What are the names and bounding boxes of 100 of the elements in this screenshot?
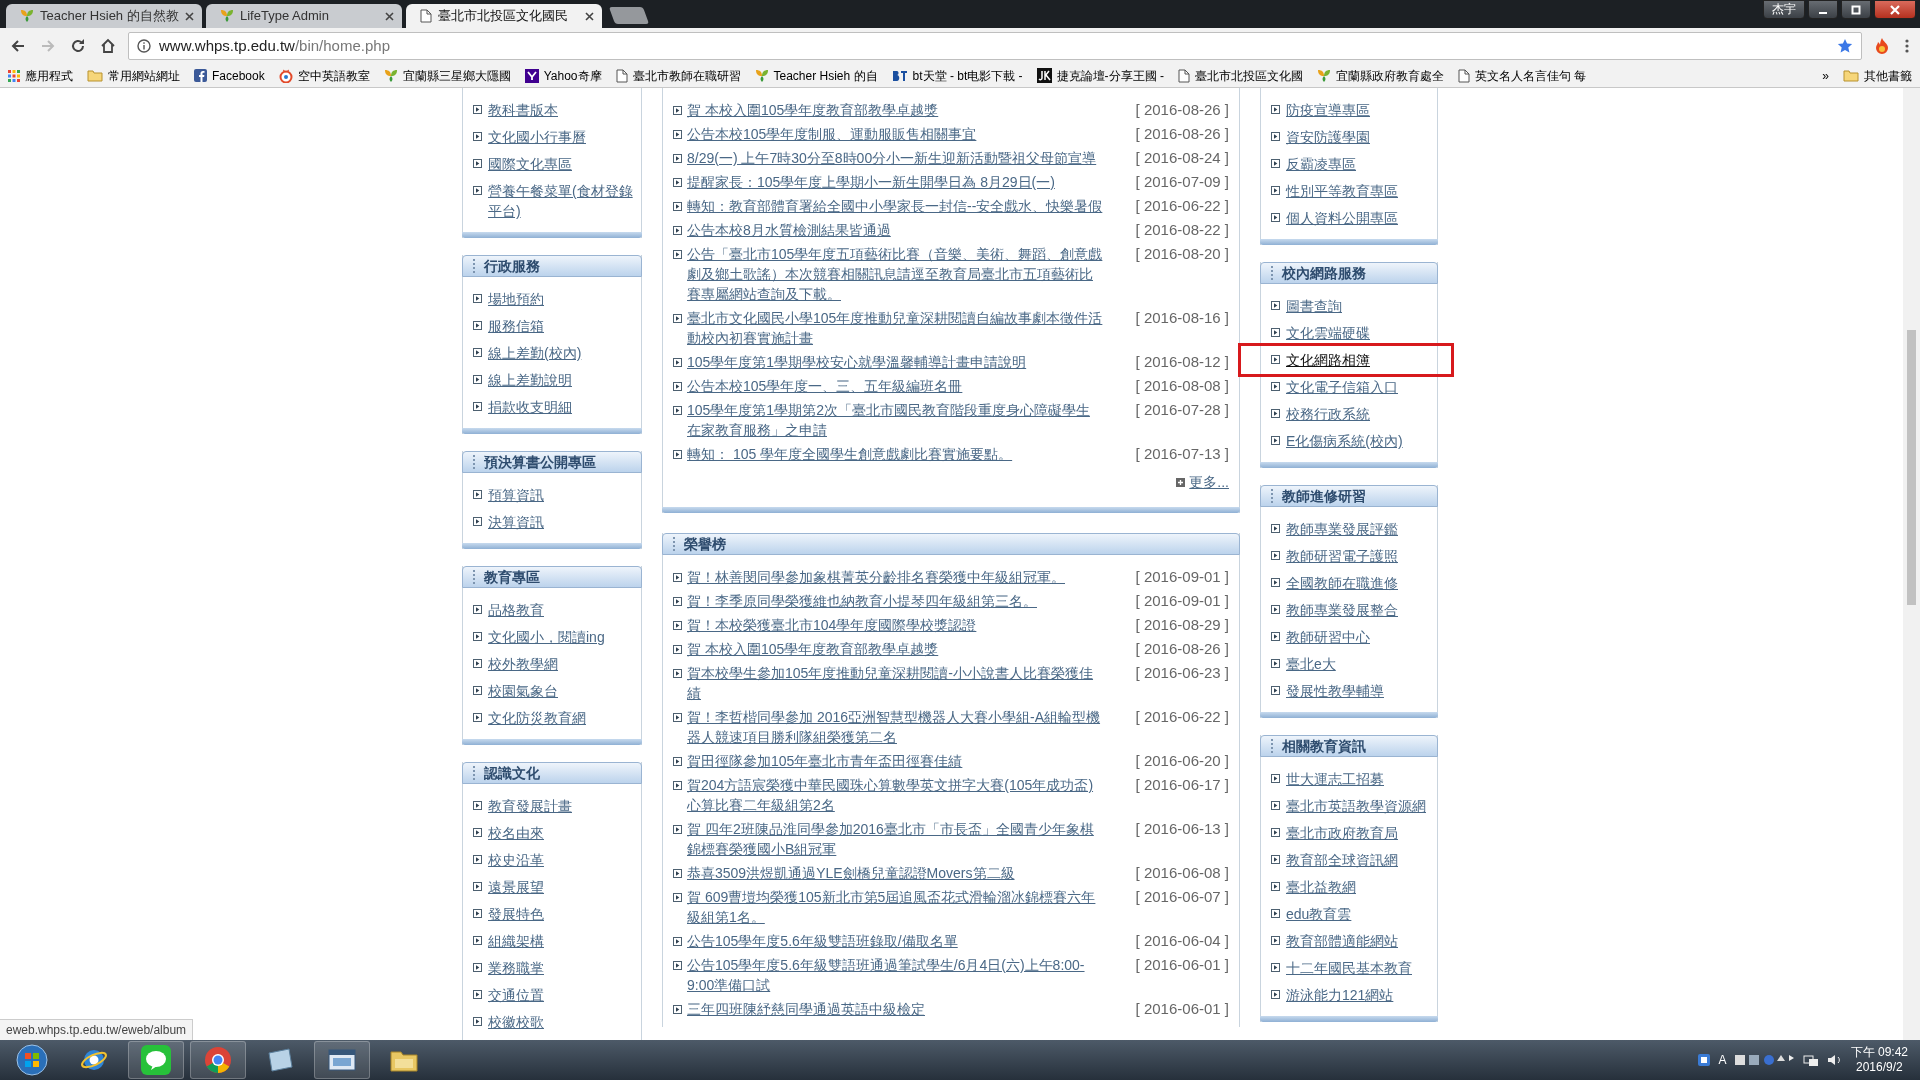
profile-button[interactable]: 杰宇	[1763, 0, 1805, 19]
news-link[interactable]: 公告105學年度5.6年級雙語班錄取/備取名單	[687, 931, 1103, 951]
maximize-button[interactable]	[1841, 0, 1871, 19]
news-link[interactable]: 賀 本校入圍105學年度教育部教學卓越獎	[687, 639, 1103, 659]
bookmark[interactable]: 臺北市北投區文化國	[1177, 66, 1303, 85]
news-link[interactable]: 賀田徑隊參加105年臺北市青年盃田徑賽佳績	[687, 751, 1103, 771]
link[interactable]: 國際文化專區	[488, 154, 572, 174]
volume-icon[interactable]	[1826, 1053, 1843, 1067]
link[interactable]: 教育部體適能網站	[1286, 931, 1398, 951]
link[interactable]: 組織架構	[488, 931, 544, 951]
link[interactable]: 校務行政系統	[1286, 404, 1370, 424]
link[interactable]: 校史沿革	[488, 850, 544, 870]
news-link[interactable]: 三年四班陳紓慈同學通過英語中級檢定	[687, 999, 1103, 1019]
link[interactable]: 圖書查詢	[1286, 296, 1342, 316]
other-bookmarks-folder[interactable]: 其他書籤	[1843, 66, 1912, 85]
close-icon[interactable]	[585, 11, 594, 21]
new-tab-button[interactable]	[608, 7, 650, 24]
browser-tab[interactable]: Teacher Hsieh 的自然教	[6, 4, 202, 28]
link[interactable]: edu教育雲	[1286, 904, 1352, 924]
news-link[interactable]: 賀！李季原同學榮獲維也納教育小提琴四年級組第三名。	[687, 591, 1103, 611]
bookmark[interactable]: 宜蘭縣三星鄉大隱國	[383, 66, 511, 85]
link[interactable]: 教師專業發展評鑑	[1286, 519, 1398, 539]
address-bar[interactable]: www.whps.tp.edu.tw/bin/home.php	[128, 32, 1862, 60]
news-link[interactable]: 105學年度第1學期第2次「臺北市國民教育階段重度身心障礙學生在家教育服務」之申請	[687, 400, 1103, 440]
bookmark[interactable]: Yahoo奇摩	[524, 66, 602, 85]
link[interactable]: 性別平等教育專區	[1286, 181, 1398, 201]
link[interactable]: 文化網路相簿	[1286, 350, 1370, 370]
browser-tab[interactable]: 臺北市北投區文化國民	[406, 4, 602, 28]
chat-taskbar-button[interactable]	[128, 1041, 184, 1079]
link[interactable]: 全國教師在職進修	[1286, 573, 1398, 593]
link[interactable]: 臺北市英語教學資源網	[1286, 796, 1426, 816]
news-link[interactable]: 賀 609曹塏均榮獲105新北市第5屆追風盃花式滑輪溜冰錦標賽六年級組第1名。	[687, 887, 1103, 927]
news-link[interactable]: 賀！李哲楷同學參加 2016亞洲智慧型機器人大賽小學組-A組輪型機器人競速項目勝利隊組榮獲第二名	[687, 707, 1103, 747]
link[interactable]: 世大運志工招募	[1286, 769, 1384, 789]
link[interactable]: 場地預約	[488, 289, 544, 309]
link[interactable]: 臺北市政府教育局	[1286, 823, 1398, 843]
news-link[interactable]: 賀 本校入圍105學年度教育部教學卓越獎	[687, 100, 1103, 120]
link[interactable]: 線上差勤(校內)	[488, 343, 582, 363]
link[interactable]: 教科書版本	[488, 100, 558, 120]
link[interactable]: 交通位置	[488, 985, 544, 1005]
link[interactable]: 業務職掌	[488, 958, 544, 978]
news-link[interactable]: 賀 四年2班陳品淮同學參加2016臺北市「市長盃」全國青少年象棋錦標賽榮獲國小B組冠軍	[687, 819, 1103, 859]
link[interactable]: 教師研習電子護照	[1286, 546, 1398, 566]
bookmark[interactable]: Facebook	[194, 66, 265, 85]
link[interactable]: 校外教學網	[488, 654, 558, 674]
link[interactable]: 發展特色	[488, 904, 544, 924]
bookmark-overflow-button[interactable]: »	[1822, 66, 1829, 85]
close-button[interactable]	[1874, 0, 1916, 19]
news-link[interactable]: 轉知：教育部體育署給全國中小學家長一封信--安全戲水、快樂暑假	[687, 196, 1103, 216]
link[interactable]: 服務信箱	[488, 316, 544, 336]
bookmark[interactable]: 常用網站網址	[87, 66, 180, 85]
network-icon[interactable]	[1802, 1053, 1819, 1067]
link[interactable]: 文化電子信箱入口	[1286, 377, 1398, 397]
link[interactable]: 文化國小，閱讀ing	[488, 627, 605, 647]
news-link[interactable]: 賀204方語宸榮獲中華民國珠心算數學英文拼字大賽(105年成功盃)心算比賽二年級組第2名	[687, 775, 1103, 815]
link[interactable]: 決算資訊	[488, 512, 544, 532]
link[interactable]: 十二年國民基本教育	[1286, 958, 1412, 978]
bookmark[interactable]: 應用程式	[8, 66, 73, 85]
news-link[interactable]: 臺北市文化國民小學105年度推動兒童深耕閱讀自編故事劇本徵件活動校內初賽實施計畫	[687, 308, 1103, 348]
scrollbar[interactable]	[1903, 88, 1920, 1040]
minimize-button[interactable]	[1808, 0, 1838, 19]
link[interactable]: 反霸凌專區	[1286, 154, 1356, 174]
link[interactable]: 文化雲端硬碟	[1286, 323, 1370, 343]
link[interactable]: 文化防災教育網	[488, 708, 586, 728]
star-icon[interactable]	[1837, 38, 1853, 54]
link[interactable]: 校名由來	[488, 823, 544, 843]
news-link[interactable]: 賀！林善閔同學參加象棋菁英分齡排名賽榮獲中年級組冠軍。	[687, 567, 1103, 587]
close-icon[interactable]	[185, 11, 194, 21]
link[interactable]: 線上差勤說明	[488, 370, 572, 390]
chrome-taskbar-button[interactable]	[190, 1041, 246, 1079]
scroll-thumb[interactable]	[1907, 330, 1916, 605]
link[interactable]: 游泳能力121網站	[1286, 985, 1394, 1005]
bookmark[interactable]: 臺北市教師在職研習	[615, 66, 741, 85]
bookmark[interactable]: 宜蘭縣政府教育處全	[1316, 66, 1444, 85]
link[interactable]: 遠景展望	[488, 877, 544, 897]
news-link[interactable]: 公告本校8月水質檢測結果皆通過	[687, 220, 1103, 240]
clock[interactable]: 下午 09:42 2016/9/2	[1850, 1045, 1908, 1075]
bookmark[interactable]: bt天堂 - bt电影下載 -	[891, 66, 1023, 85]
link[interactable]: 教育部全球資訊網	[1286, 850, 1398, 870]
link[interactable]: 防疫宣導專區	[1286, 100, 1370, 120]
info-icon[interactable]	[137, 39, 151, 53]
news-link[interactable]: 賀本校學生參加105年度推動兒童深耕閱讀-小小說書人比賽榮獲佳績	[687, 663, 1103, 703]
link[interactable]: 捐款收支明細	[488, 397, 572, 417]
news-link[interactable]: 105學年度第1學期學校安心就學溫馨輔導計畫申請說明	[687, 352, 1103, 372]
link[interactable]: 臺北e大	[1286, 654, 1336, 674]
link[interactable]: 個人資料公開專區	[1286, 208, 1398, 228]
bookmark[interactable]: Teacher Hsieh 的自	[754, 66, 878, 85]
news-link[interactable]: 提醒家長：105學年度上學期小一新生開學日為 8月29日(一)	[687, 172, 1103, 192]
link[interactable]: 資安防護學園	[1286, 127, 1370, 147]
link[interactable]: 發展性教學輔導	[1286, 681, 1384, 701]
close-icon[interactable]	[385, 11, 394, 21]
link[interactable]: 教師研習中心	[1286, 627, 1370, 647]
bookmark[interactable]: 英文名人名言佳句 每	[1457, 66, 1587, 85]
window-taskbar-button[interactable]	[314, 1041, 370, 1079]
tray-app-icon[interactable]	[1696, 1053, 1711, 1067]
news-link[interactable]: 公告105學年度5.6年級雙語班通過筆試學生/6月4日(六)上午8:00-9:00準備口試	[687, 955, 1103, 995]
link[interactable]: 校徽校歌	[488, 1012, 544, 1032]
link[interactable]: 營養午餐菜單(食材登錄平台)	[488, 181, 635, 221]
link[interactable]: 校園氣象台	[488, 681, 558, 701]
link[interactable]: 教育發展計畫	[488, 796, 572, 816]
